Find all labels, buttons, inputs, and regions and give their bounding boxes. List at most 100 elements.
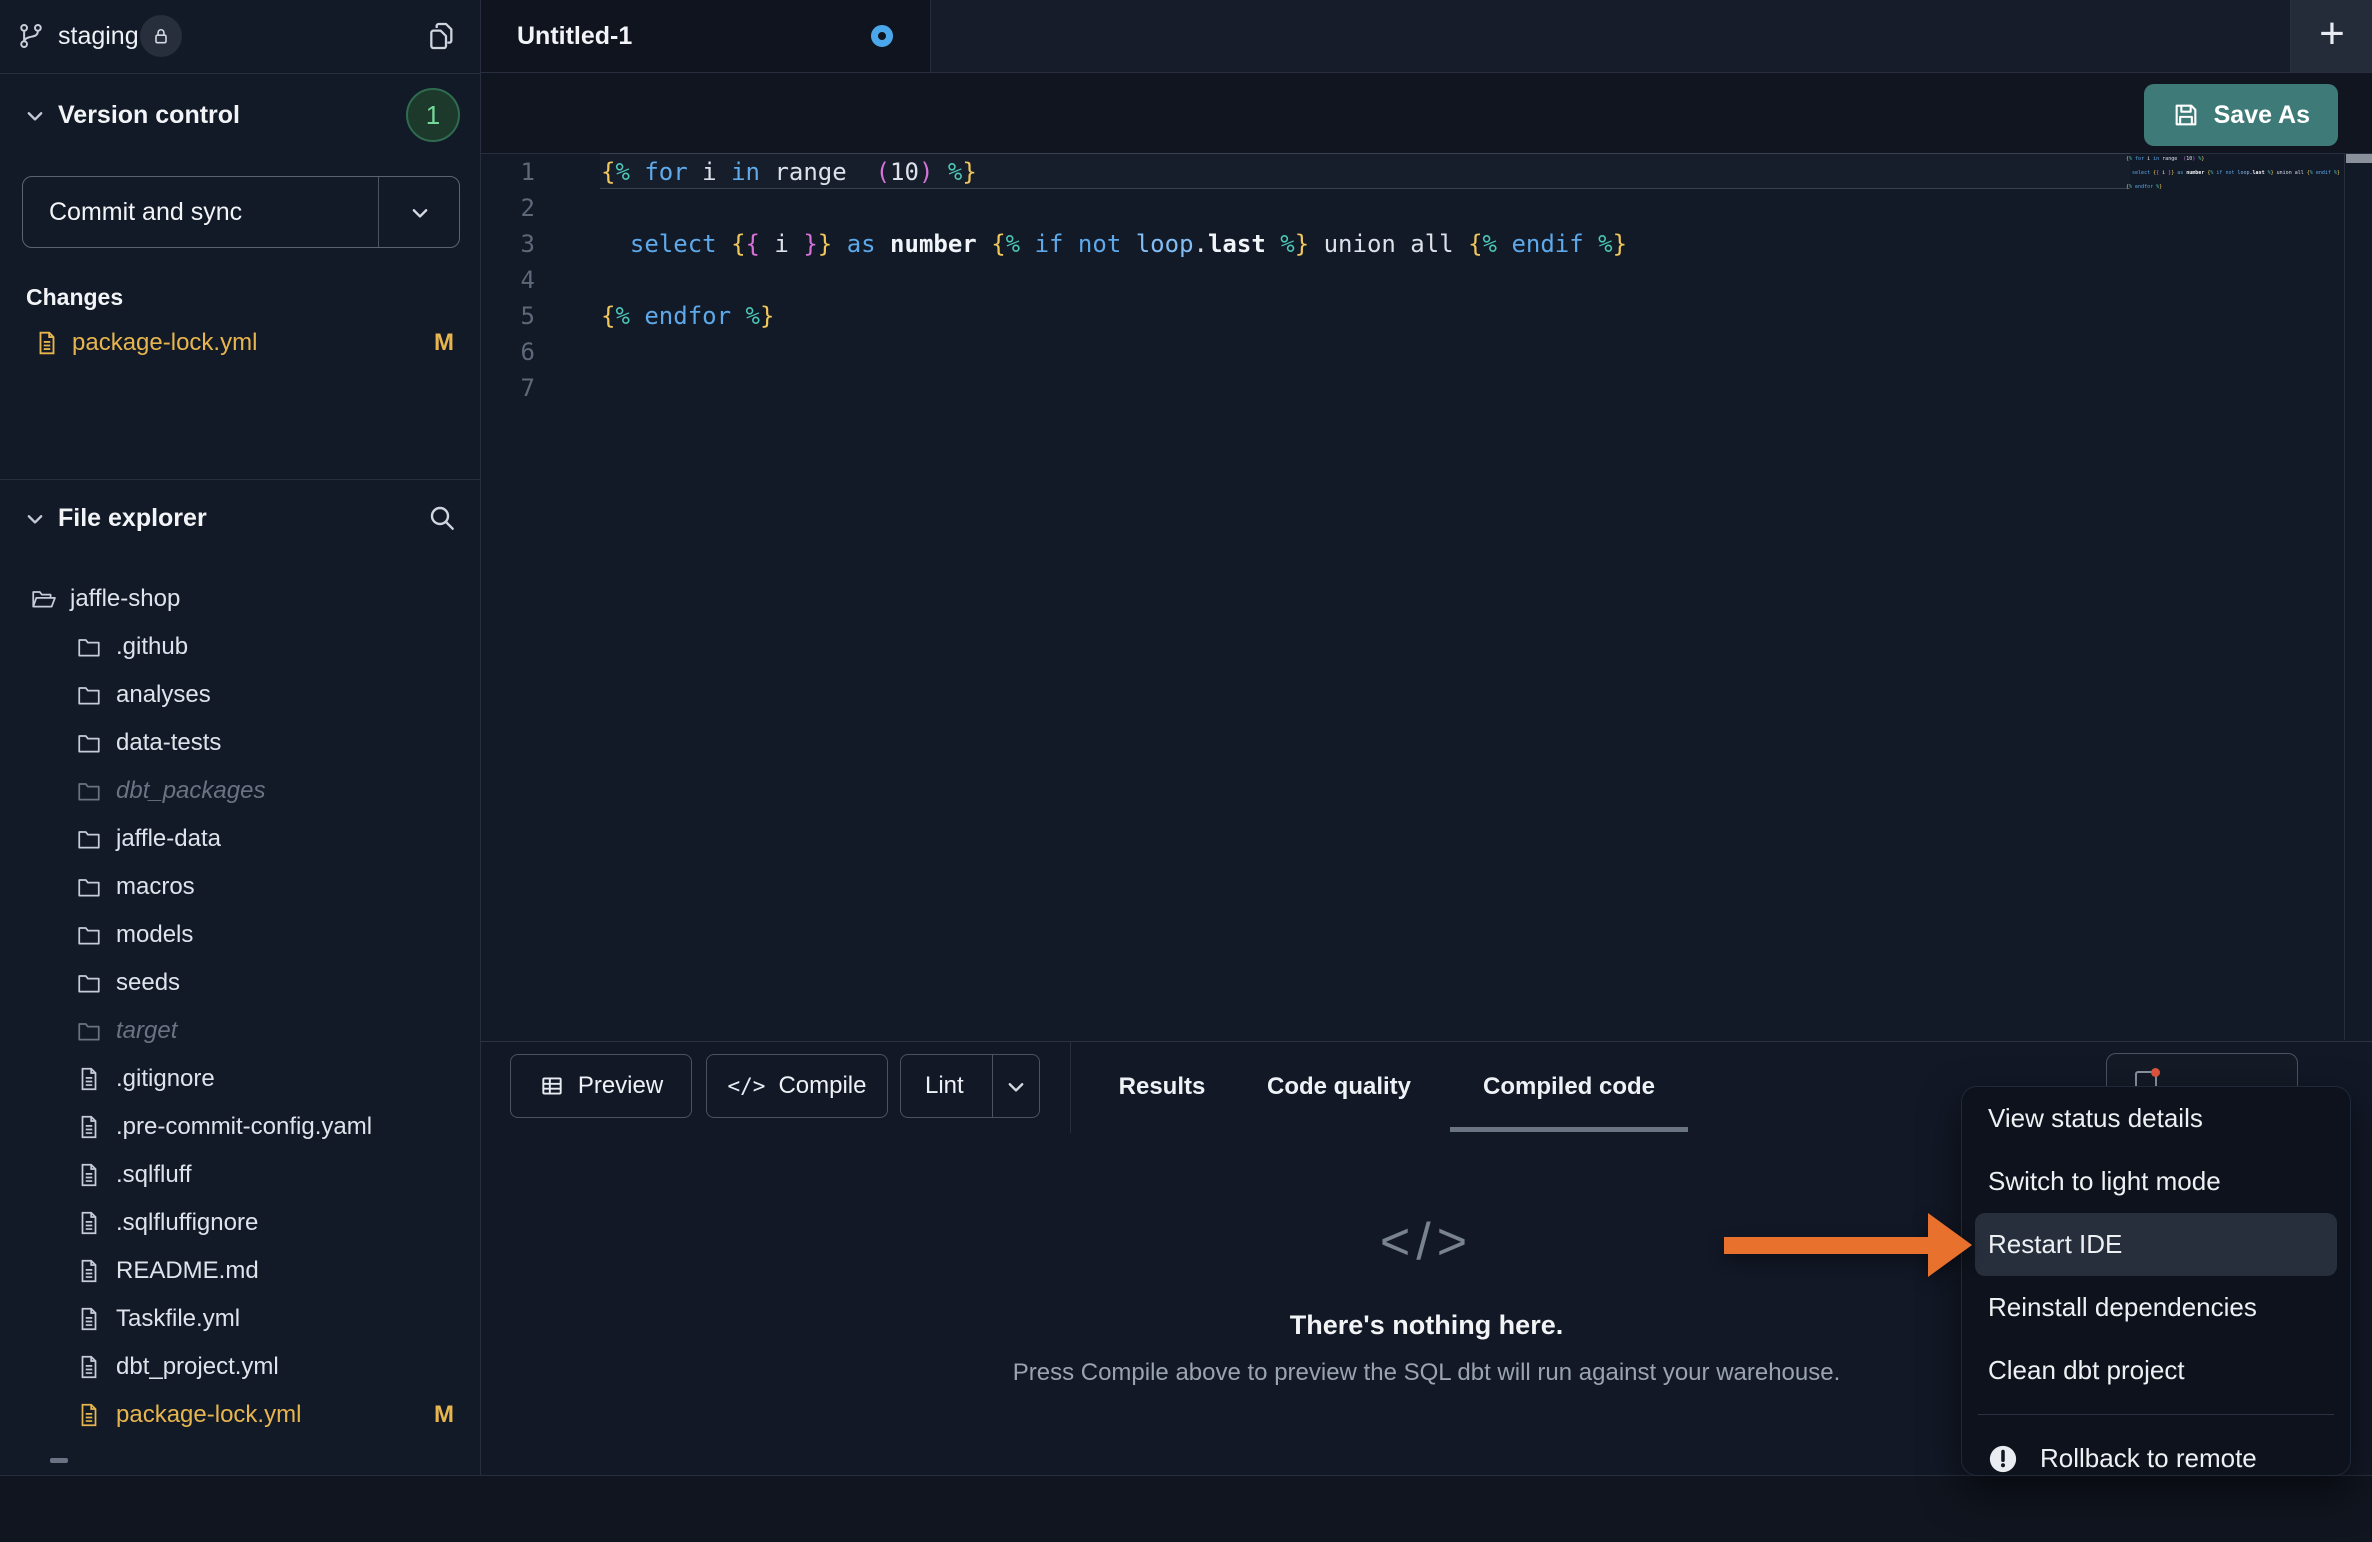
chevron-down-icon[interactable] <box>24 508 46 530</box>
button-divider <box>378 177 379 247</box>
tree-item-label: analyses <box>116 681 211 709</box>
new-tab-button[interactable]: + <box>2290 0 2372 72</box>
chevron-down-icon[interactable] <box>24 105 46 127</box>
code-editor[interactable]: 1{% for i in range (10) %}23 select {{ i… <box>481 153 2372 1041</box>
modified-status-badge: M <box>434 1401 454 1429</box>
code-line-2[interactable]: 2 <box>481 190 2372 226</box>
tree-item-pre-commit-config-yaml[interactable]: .pre-commit-config.yaml <box>0 1103 480 1151</box>
line-content <box>565 370 601 406</box>
line-content <box>565 334 601 370</box>
tree-item-jaffle-shop[interactable]: jaffle-shop <box>0 575 480 623</box>
code-line-5[interactable]: 5{% endfor %} <box>481 298 2372 334</box>
lint-label: Lint <box>925 1072 964 1100</box>
line-number: 1 <box>481 154 565 190</box>
changed-file-name: package-lock.yml <box>72 329 257 357</box>
file-tree: jaffle-shop.githubanalysesdata-testsdbt_… <box>0 575 480 1439</box>
tree-item-target[interactable]: target <box>0 1007 480 1055</box>
copy-icon[interactable] <box>426 20 458 52</box>
tab-untitled-1[interactable]: Untitled-1 <box>481 0 931 72</box>
tree-item-label: seeds <box>116 969 180 997</box>
tree-item-label: models <box>116 921 193 949</box>
menu-item-label: Switch to light mode <box>1988 1166 2221 1197</box>
tab-compiled-code[interactable]: Compiled code <box>1450 1041 1688 1132</box>
save-as-button[interactable]: Save As <box>2144 84 2338 146</box>
code-line-6[interactable]: 6 <box>481 334 2372 370</box>
tree-item-taskfile-yml[interactable]: Taskfile.yml <box>0 1295 480 1343</box>
branch-header: staging <box>0 0 480 74</box>
changed-file-row[interactable]: package-lock.yml M <box>0 320 480 366</box>
menu-item-switch-to-light-mode[interactable]: Switch to light mode <box>1962 1150 2350 1213</box>
tree-item-seeds[interactable]: seeds <box>0 959 480 1007</box>
file-explorer-title[interactable]: File explorer <box>58 504 207 533</box>
commit-and-sync-button[interactable]: Commit and sync <box>22 176 460 248</box>
menu-item-reinstall-dependencies[interactable]: Reinstall dependencies <box>1962 1276 2350 1339</box>
minimap-line <box>2126 198 2340 205</box>
ide-options-menu: View status details Switch to light mode R… <box>1961 1086 2351 1476</box>
minimap-line <box>2126 177 2340 184</box>
tree-item-models[interactable]: models <box>0 911 480 959</box>
tree-item-label: .gitignore <box>116 1065 215 1093</box>
annotation-arrow <box>1724 1213 1972 1277</box>
modified-status-badge: M <box>434 329 454 357</box>
tab-results[interactable]: Results <box>1110 1041 1214 1132</box>
tree-item-macros[interactable]: macros <box>0 863 480 911</box>
code-line-7[interactable]: 7 <box>481 370 2372 406</box>
scrollbar-track <box>2344 154 2345 1040</box>
tree-item-readme-md[interactable]: README.md <box>0 1247 480 1295</box>
tree-item-sqlfluff[interactable]: .sqlfluff <box>0 1151 480 1199</box>
tree-item-sqlfluffignore[interactable]: .sqlfluffignore <box>0 1199 480 1247</box>
sidebar: staging Version control 1 Commit and syn… <box>0 0 481 1475</box>
menu-item-restart-ide[interactable]: Restart IDE <box>1975 1213 2337 1276</box>
tree-item-label: jaffle-shop <box>70 585 180 613</box>
chevron-down-icon[interactable] <box>409 202 431 224</box>
menu-item-rollback-to-remote[interactable]: Rollback to remote <box>1962 1427 2350 1476</box>
dbt-cloud-ide: staging Version control 1 Commit and syn… <box>0 0 2372 1542</box>
tree-item-label: jaffle-data <box>116 825 221 853</box>
tree-item-dbt-project-yml[interactable]: dbt_project.yml <box>0 1343 480 1391</box>
file-icon <box>76 1306 102 1332</box>
code-line-4[interactable]: 4 <box>481 262 2372 298</box>
command-bar <box>0 1475 2372 1542</box>
menu-item-label: Reinstall dependencies <box>1988 1292 2257 1323</box>
menu-divider <box>1978 1414 2334 1415</box>
preview-button[interactable]: Preview <box>510 1054 692 1118</box>
menu-item-view-status-details[interactable]: View status details <box>1962 1087 2350 1150</box>
save-icon <box>2172 101 2200 129</box>
scrollbar-thumb[interactable] <box>2346 154 2372 163</box>
tree-item-label: .sqlfluffignore <box>116 1209 258 1237</box>
file-icon <box>76 1066 102 1092</box>
branch-name[interactable]: staging <box>58 22 139 51</box>
tree-item-dbt-packages[interactable]: dbt_packages <box>0 767 480 815</box>
alert-icon <box>1988 1444 2018 1474</box>
menu-item-label: View status details <box>1988 1103 2203 1134</box>
minimap-line <box>2126 163 2340 170</box>
folder-icon <box>76 922 102 948</box>
code-icon: </> <box>728 1074 766 1098</box>
version-control-title[interactable]: Version control <box>58 101 240 130</box>
tab-code-quality[interactable]: Code quality <box>1254 1041 1424 1132</box>
code-line-3[interactable]: 3 select {{ i }} as number {% if not loo… <box>481 226 2372 262</box>
chevron-down-icon[interactable] <box>1005 1076 1027 1098</box>
file-icon <box>76 1354 102 1380</box>
lock-icon <box>151 26 171 46</box>
active-line-highlight <box>600 153 2130 189</box>
menu-item-clean-dbt-project[interactable]: Clean dbt project <box>1962 1339 2350 1402</box>
tree-item-analyses[interactable]: analyses <box>0 671 480 719</box>
tree-item-data-tests[interactable]: data-tests <box>0 719 480 767</box>
tab-title: Untitled-1 <box>517 22 632 51</box>
compile-button[interactable]: </> Compile <box>706 1054 888 1118</box>
search-icon[interactable] <box>426 502 458 534</box>
commit-and-sync-label: Commit and sync <box>23 198 242 227</box>
tree-item-label: .github <box>116 633 188 661</box>
status-alert-dot-icon <box>2151 1068 2160 1077</box>
lint-button[interactable]: Lint <box>900 1054 1040 1118</box>
folder-icon <box>76 970 102 996</box>
tree-item-github[interactable]: .github <box>0 623 480 671</box>
minimap-line: {% endfor %} <box>2126 184 2340 191</box>
tree-item-package-lock-yml[interactable]: package-lock.ymlM <box>0 1391 480 1439</box>
tree-item-jaffle-data[interactable]: jaffle-data <box>0 815 480 863</box>
save-as-label: Save As <box>2214 101 2310 130</box>
tree-item-gitignore[interactable]: .gitignore <box>0 1055 480 1103</box>
minimap[interactable]: {% for i in range (10) %} select {{ i }}… <box>2126 156 2340 205</box>
tree-item-label: README.md <box>116 1257 259 1285</box>
